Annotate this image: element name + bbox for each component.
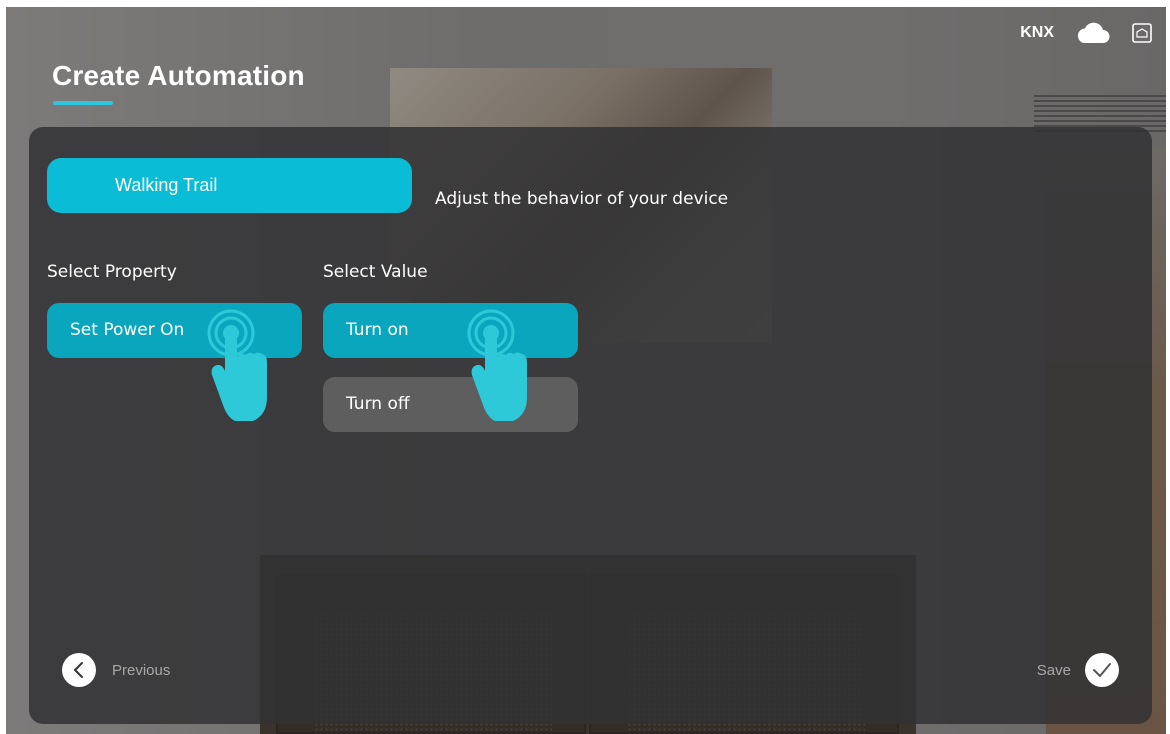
device-name-chip[interactable]: Walking Trail: [47, 158, 412, 213]
page-title: Create Automation: [52, 60, 305, 91]
select-value-label: Select Value: [323, 262, 428, 282]
chevron-left-icon: [62, 653, 96, 687]
select-property-label: Select Property: [47, 262, 177, 282]
tap-gesture-icon: [465, 307, 535, 427]
instruction-text: Adjust the behavior of your device: [435, 189, 729, 209]
home-icon[interactable]: [1132, 23, 1152, 43]
tap-gesture-icon: [205, 307, 275, 427]
cloud-icon[interactable]: [1076, 22, 1110, 44]
checkmark-icon: [1085, 653, 1119, 687]
automation-panel: [29, 127, 1152, 724]
save-label: Save: [1036, 661, 1071, 679]
title-underline: [53, 101, 113, 105]
previous-button[interactable]: Previous: [62, 653, 170, 687]
save-button[interactable]: Save: [1037, 653, 1119, 687]
value-option-turn-off[interactable]: Turn off: [323, 377, 578, 432]
value-option-turn-on[interactable]: Turn on: [323, 303, 578, 358]
status-bar: KNX: [1020, 20, 1152, 46]
knx-label: KNX: [1020, 24, 1054, 41]
previous-label: Previous: [112, 661, 171, 679]
